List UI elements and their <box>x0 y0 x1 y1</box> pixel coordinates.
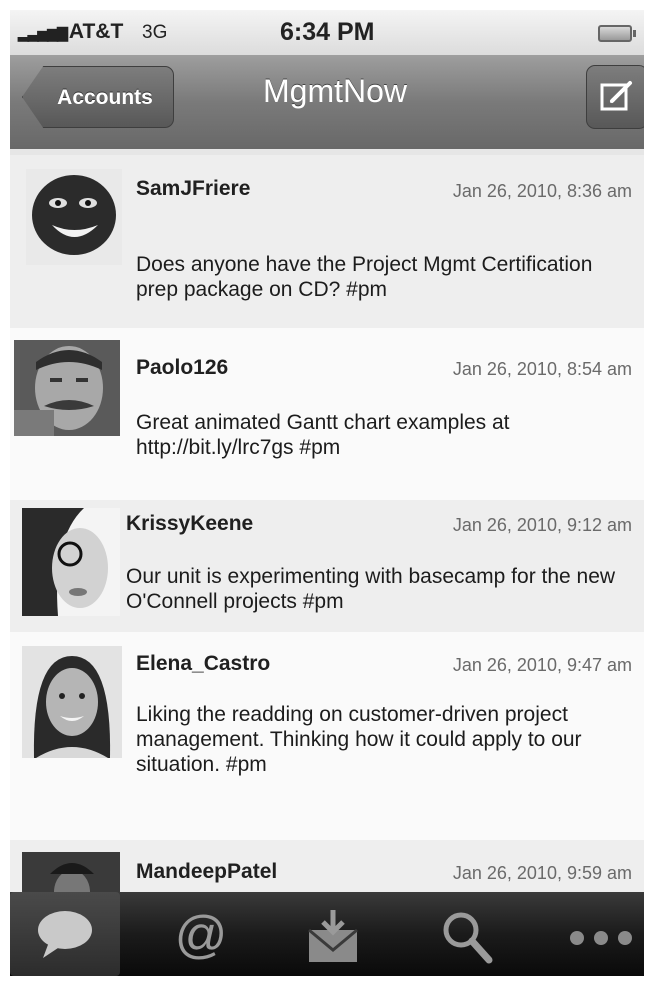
phone-screen: ▂▃▅▆▇AT&T 3G 6:34 PM Accounts MgmtNow Sa… <box>10 10 644 976</box>
tweet-text: Does anyone have the Project Mgmt Certif… <box>136 253 593 301</box>
tab-search[interactable] <box>412 892 522 976</box>
tweet-username[interactable]: KrissyKeene <box>126 512 253 536</box>
tweet-row[interactable]: KrissyKeene Jan 26, 2010, 9:12 am Our un… <box>10 500 644 634</box>
speech-bubble-icon <box>38 911 92 958</box>
tweet-timestamp: Jan 26, 2010, 8:54 am <box>452 359 632 379</box>
tweet-text: Liking the readding on customer-driven p… <box>136 703 582 776</box>
tweet-username[interactable]: Paolo126 <box>136 356 228 380</box>
tweet-timestamp: Jan 26, 2010, 9:47 am <box>452 655 632 675</box>
avatar <box>26 169 122 265</box>
tweet-row[interactable]: MandeepPatel Jan 26, 2010, 9:59 am <box>10 840 644 900</box>
battery-icon <box>598 25 636 42</box>
tweet-username[interactable]: Elena_Castro <box>136 652 270 676</box>
tab-mentions[interactable]: @ <box>146 892 256 976</box>
tweet-text: Our unit is experimenting with basecamp … <box>126 565 616 613</box>
network-type: 3G <box>142 22 168 43</box>
page-title: MgmtNow <box>262 73 407 109</box>
tweet-timestamp: Jan 26, 2010, 9:59 am <box>452 863 632 883</box>
tweet-timestamp: Jan 26, 2010, 8:36 am <box>452 181 632 201</box>
search-icon <box>443 912 493 964</box>
tweet-timestamp: Jan 26, 2010, 9:12 am <box>452 515 632 535</box>
tweet-text: Great animated Gantt chart examples at h… <box>136 411 510 459</box>
accounts-back-button[interactable]: Accounts <box>22 66 174 128</box>
status-bar: ▂▃▅▆▇AT&T 3G 6:34 PM <box>10 10 644 55</box>
tweet-username[interactable]: MandeepPatel <box>136 860 277 884</box>
tab-messages[interactable] <box>278 892 388 976</box>
more-icon <box>570 931 632 945</box>
tab-bar: @ <box>10 892 644 976</box>
compose-icon <box>600 81 632 111</box>
compose-button[interactable] <box>586 65 644 129</box>
tweet-row[interactable]: Paolo126 Jan 26, 2010, 8:54 am Great ani… <box>10 328 644 502</box>
signal-bars-icon: ▂▃▅▆▇ <box>18 25 68 41</box>
clock: 6:34 PM <box>280 18 375 46</box>
tab-more[interactable] <box>540 892 644 976</box>
carrier: ▂▃▅▆▇AT&T <box>18 20 123 44</box>
tweet-username[interactable]: SamJFriere <box>136 177 250 201</box>
tweet-row[interactable]: Elena_Castro Jan 26, 2010, 9:47 am Likin… <box>10 632 644 842</box>
nav-bar: Accounts MgmtNow <box>10 55 644 151</box>
carrier-name: AT&T <box>68 20 124 43</box>
tab-timeline[interactable] <box>10 892 120 976</box>
svg-text:@: @ <box>175 908 228 960</box>
inbox-download-icon <box>308 910 358 962</box>
avatar <box>22 646 122 758</box>
avatar <box>14 340 120 436</box>
avatar <box>22 508 120 616</box>
tweet-row[interactable]: SamJFriere Jan 26, 2010, 8:36 am Does an… <box>10 155 644 330</box>
at-sign-icon: @ <box>175 908 228 960</box>
